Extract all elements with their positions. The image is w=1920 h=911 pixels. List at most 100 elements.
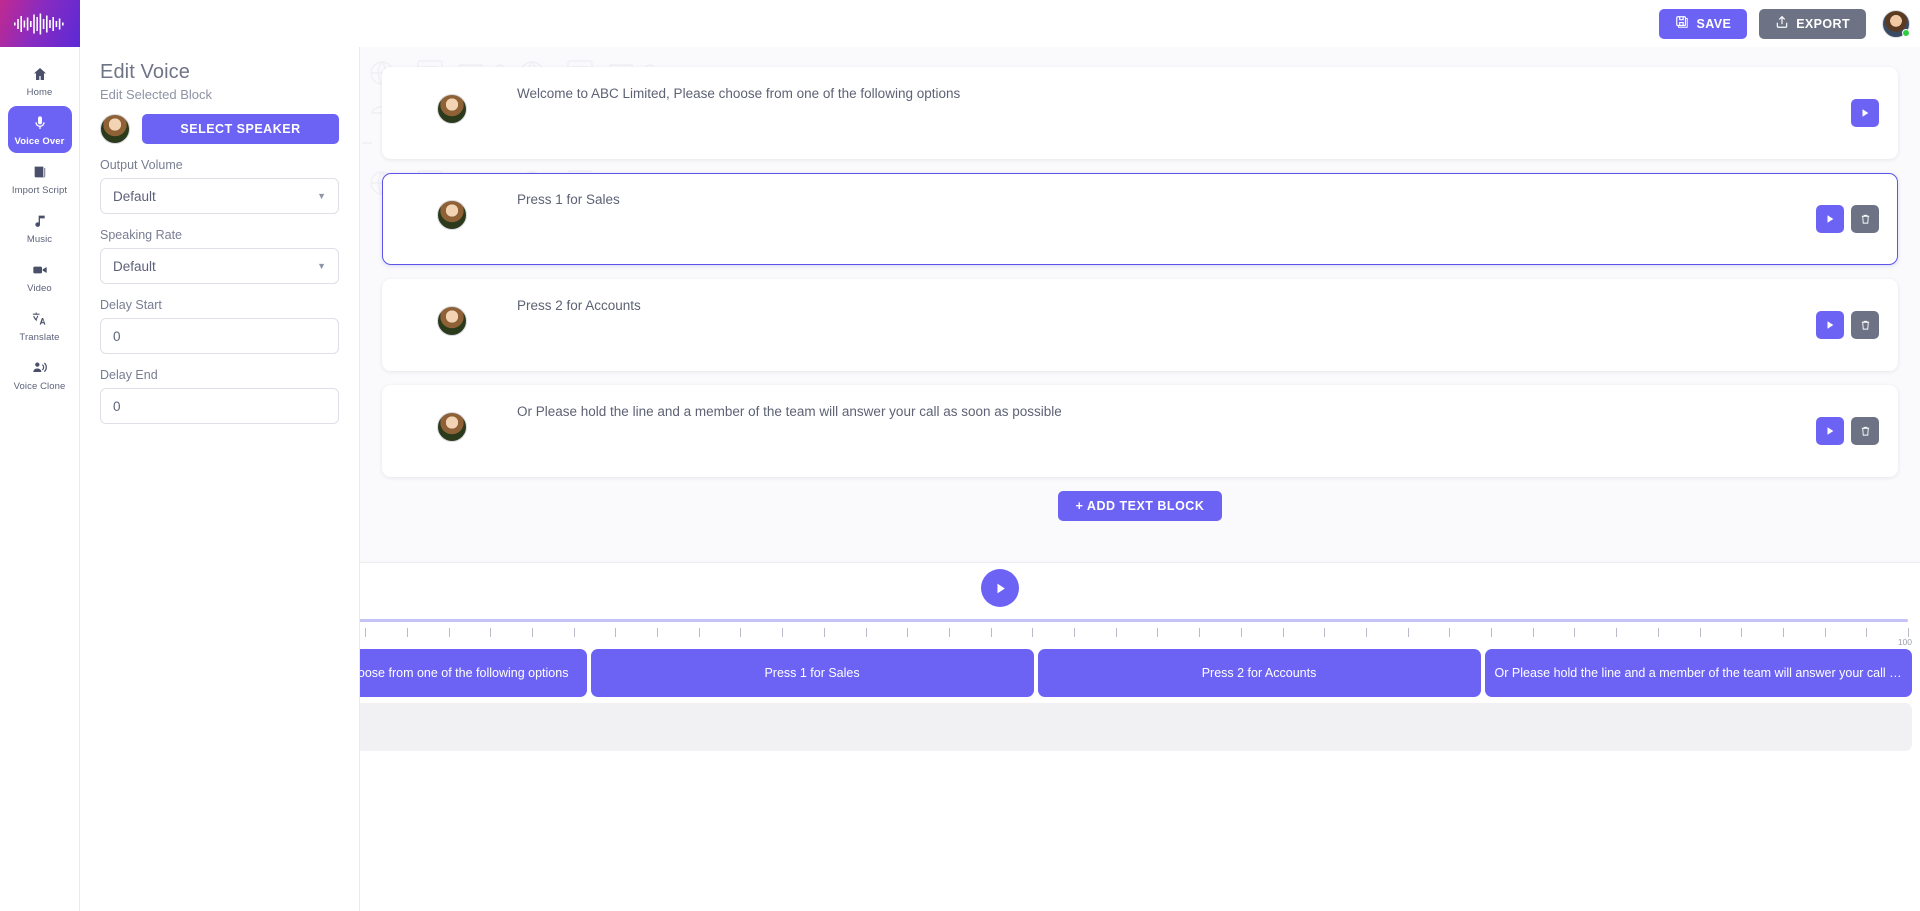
delay-end-label: Delay End <box>100 368 158 382</box>
sidebar-item-label: Translate <box>19 332 60 343</box>
sidebar-item-voice-clone[interactable]: Voice Clone <box>8 351 72 398</box>
ruler-tick <box>990 628 992 637</box>
play-block-button[interactable] <box>1816 311 1844 339</box>
timeline-end-label: 100 <box>1897 637 1912 647</box>
output-volume-label: Output Volume <box>100 158 183 172</box>
output-volume-field: Output Volume Default ▼ <box>100 158 339 214</box>
user-avatar[interactable] <box>1882 9 1910 38</box>
block-actions <box>1816 417 1879 445</box>
ruler-tick <box>531 628 533 637</box>
audio-waveform-icon <box>14 13 64 34</box>
block-actions <box>1816 205 1879 233</box>
play-block-button[interactable] <box>1816 417 1844 445</box>
timeline-clip[interactable]: Press 1 for Sales <box>590 649 1034 697</box>
timeline-ruler[interactable]: 100 <box>108 614 1912 649</box>
ruler-tick <box>1741 628 1743 637</box>
sidebar-item-import-script[interactable]: Import Script <box>8 155 72 202</box>
ruler-tick <box>615 628 617 637</box>
ruler-tick <box>1866 628 1868 637</box>
ruler-tick <box>1324 628 1326 637</box>
export-button[interactable]: EXPORT <box>1759 8 1866 39</box>
block-text[interactable]: Welcome to ABC Limited, Please choose fr… <box>517 85 1881 104</box>
play-block-button[interactable] <box>1816 205 1844 233</box>
voice-track-clips: Welcome to ABC Limited, Please choose fr… <box>140 649 1912 697</box>
top-header: SAVE EXPORT <box>80 0 1920 47</box>
timeline-clip[interactable]: Or Please hold the line and a member of … <box>1484 649 1912 697</box>
ruler-tick <box>1574 628 1576 637</box>
trash-icon <box>1861 214 1869 224</box>
ruler-tick <box>740 628 742 637</box>
text-block[interactable]: Or Please hold the line and a member of … <box>382 385 1898 477</box>
panel-title: Edit Voice <box>100 61 190 83</box>
sidebar-item-label: Music <box>26 234 53 245</box>
sidebar-item-voice-over[interactable]: Voice Over <box>7 106 72 153</box>
text-block[interactable]: Welcome to ABC Limited, Please choose fr… <box>382 67 1898 159</box>
import-script-icon <box>32 162 48 182</box>
output-volume-select[interactable]: Default ▼ <box>100 178 339 214</box>
delay-end-field: Delay End 0 <box>100 368 339 424</box>
block-text[interactable]: Or Please hold the line and a member of … <box>517 403 1881 422</box>
block-text[interactable]: Press 2 for Accounts <box>517 297 1881 316</box>
ruler-tick <box>1199 628 1201 637</box>
delay-end-value: 0 <box>113 398 121 414</box>
ruler-tick <box>1282 628 1284 637</box>
block-speaker-avatar <box>437 94 467 124</box>
delete-block-button[interactable] <box>1851 311 1879 339</box>
timeline-play-button[interactable] <box>981 569 1019 607</box>
sidebar-item-label: Home <box>26 87 53 98</box>
delete-block-button[interactable] <box>1851 417 1879 445</box>
sidebar-item-translate[interactable]: Translate <box>8 302 72 349</box>
music-track-clips[interactable] <box>140 703 1912 751</box>
microphone-icon <box>32 113 48 133</box>
text-block[interactable]: Press 2 for Accounts <box>382 279 1898 371</box>
sidebar-item-label: Video <box>27 283 52 294</box>
app-logo[interactable] <box>0 0 80 47</box>
timeline-ruler-bar[interactable] <box>115 619 1908 622</box>
play-block-button[interactable] <box>1851 99 1879 127</box>
ruler-tick <box>782 628 784 637</box>
ruler-tick <box>1532 628 1534 637</box>
speaking-rate-value: Default <box>113 258 156 274</box>
block-speaker-avatar <box>437 200 467 230</box>
text-block[interactable]: Press 1 for Sales <box>382 173 1898 265</box>
save-icon <box>1675 15 1689 32</box>
ruler-tick <box>1491 628 1493 637</box>
delay-start-input[interactable]: 0 <box>100 318 339 354</box>
ruler-tick <box>1616 628 1618 637</box>
trash-icon <box>1861 426 1869 436</box>
ruler-tick <box>406 628 408 637</box>
edit-voice-panel: Edit Voice Edit Selected Block SELECT SP… <box>80 47 360 911</box>
play-icon <box>1862 109 1869 117</box>
ruler-tick <box>1407 628 1409 637</box>
delay-start-label: Delay Start <box>100 298 162 312</box>
trash-icon <box>1861 320 1869 330</box>
ruler-tick <box>907 628 909 637</box>
chevron-down-icon: ▼ <box>317 261 326 271</box>
play-icon <box>1827 321 1834 329</box>
delay-end-input[interactable]: 0 <box>100 388 339 424</box>
timeline-clip[interactable]: Press 2 for Accounts <box>1037 649 1481 697</box>
ruler-tick <box>573 628 575 637</box>
video-camera-icon <box>31 260 49 280</box>
output-volume-value: Default <box>113 188 156 204</box>
play-icon <box>996 583 1005 593</box>
translate-icon <box>31 309 48 329</box>
timeline-clip-label: Press 2 for Accounts <box>1201 666 1317 680</box>
block-text[interactable]: Press 1 for Sales <box>517 191 1881 210</box>
delete-block-button[interactable] <box>1851 205 1879 233</box>
speaker-avatar[interactable] <box>100 114 130 144</box>
save-button[interactable]: SAVE <box>1659 8 1748 39</box>
sidebar-item-home[interactable]: Home <box>8 57 72 104</box>
ruler-tick <box>948 628 950 637</box>
select-speaker-button[interactable]: SELECT SPEAKER <box>142 114 339 144</box>
delay-start-value: 0 <box>113 328 121 344</box>
block-speaker-avatar <box>437 412 467 442</box>
timeline-music-track <box>88 703 1912 751</box>
timeline-ruler-ticks <box>115 628 1909 637</box>
speaking-rate-label: Speaking Rate <box>100 228 183 242</box>
sidebar-item-music[interactable]: Music <box>8 204 72 251</box>
sidebar-item-video[interactable]: Video <box>8 253 72 300</box>
speaking-rate-select[interactable]: Default ▼ <box>100 248 339 284</box>
ruler-tick <box>490 628 492 637</box>
add-text-block-button[interactable]: + ADD TEXT BLOCK <box>1057 491 1223 521</box>
